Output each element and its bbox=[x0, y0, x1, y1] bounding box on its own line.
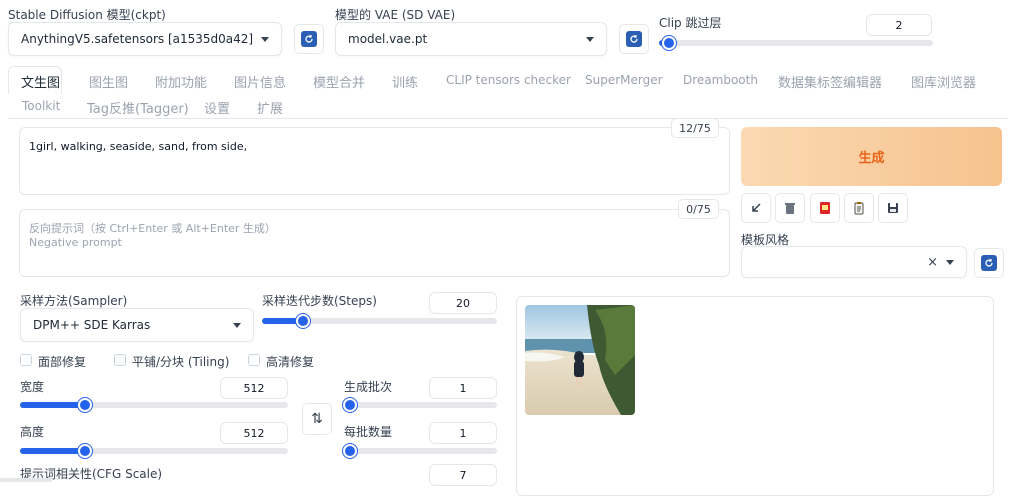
batch-size-label: 每批数量 bbox=[344, 425, 393, 439]
horizontal-scrollbar[interactable] bbox=[0, 478, 52, 482]
style-refresh-button[interactable] bbox=[974, 248, 1004, 278]
steps-label: 采样迭代步数(Steps) bbox=[262, 294, 377, 308]
clip-skip-thumb[interactable] bbox=[662, 36, 677, 50]
vae-refresh-button[interactable] bbox=[619, 24, 649, 54]
clip-skip-label: Clip 跳过层 bbox=[659, 16, 722, 30]
vae-select[interactable]: model.vae.pt bbox=[335, 22, 607, 56]
batch-count-label: 生成批次 bbox=[344, 380, 393, 394]
generated-image-thumbnail[interactable] bbox=[525, 305, 635, 415]
red-card-icon bbox=[820, 202, 830, 214]
negative-prompt-placeholder-en: Negative prompt bbox=[29, 236, 122, 249]
tab-supermerger[interactable]: SuperMerger bbox=[585, 73, 663, 87]
chevron-down-icon bbox=[946, 259, 954, 265]
tab-settings[interactable]: 设置 bbox=[204, 98, 230, 117]
clipboard-icon bbox=[854, 202, 864, 215]
clip-skip-slider[interactable] bbox=[659, 36, 933, 50]
tiling-label: 平铺/分块 (Tiling) bbox=[132, 355, 230, 369]
refresh-icon bbox=[301, 31, 317, 47]
batch-size-slider[interactable] bbox=[343, 444, 497, 458]
negative-prompt-placeholder: 反向提示词（按 Ctrl+Enter 或 Alt+Enter 生成） bbox=[29, 222, 276, 235]
prompt-token-counter: 12/75 bbox=[671, 118, 719, 138]
arrow-down-left-icon bbox=[752, 203, 761, 212]
negative-token-counter: 0/75 bbox=[678, 199, 719, 219]
cfg-scale-input[interactable]: 7 bbox=[429, 464, 497, 486]
prompt-textarea[interactable]: 1girl, walking, seaside, sand, from side… bbox=[19, 127, 730, 195]
tab-clip-checker[interactable]: CLIP tensors checker bbox=[446, 73, 571, 87]
batch-count-input[interactable]: 1 bbox=[429, 377, 497, 399]
prompt-text: 1girl, walking, seaside, sand, from side… bbox=[29, 140, 248, 153]
swap-dimensions-button[interactable]: ⇅ bbox=[302, 403, 332, 435]
refresh-icon bbox=[626, 31, 642, 47]
height-slider[interactable] bbox=[20, 444, 288, 458]
width-slider[interactable] bbox=[20, 398, 288, 412]
style-select[interactable]: × bbox=[741, 246, 967, 278]
tab-toolkit[interactable]: Toolkit bbox=[22, 99, 60, 113]
tab-train[interactable]: 训练 bbox=[392, 72, 418, 91]
tab-dataset-tag-editor[interactable]: 数据集标签编辑器 bbox=[778, 72, 882, 91]
save-style-button[interactable] bbox=[878, 193, 908, 223]
height-thumb[interactable] bbox=[78, 444, 93, 458]
clear-style-icon[interactable]: × bbox=[927, 255, 938, 270]
tab-tagger[interactable]: Tag反推(Tagger) bbox=[87, 98, 189, 117]
ckpt-label: Stable Diffusion 模型(ckpt) bbox=[8, 8, 166, 22]
steps-input[interactable]: 20 bbox=[429, 292, 497, 314]
chevron-down-icon bbox=[261, 36, 269, 42]
vae-label: 模型的 VAE (SD VAE) bbox=[335, 8, 456, 22]
batch-count-thumb[interactable] bbox=[343, 398, 357, 412]
sampler-select-value: DPM++ SDE Karras bbox=[33, 318, 151, 332]
height-label: 高度 bbox=[20, 425, 45, 439]
generate-button[interactable]: 生成 bbox=[741, 127, 1002, 186]
tab-png-info[interactable]: 图片信息 bbox=[234, 72, 286, 91]
tab-merge[interactable]: 模型合并 bbox=[313, 72, 365, 91]
vae-select-value: model.vae.pt bbox=[348, 32, 428, 46]
refresh-icon bbox=[981, 255, 997, 271]
chevron-down-icon bbox=[233, 322, 241, 328]
tab-gallery-browser[interactable]: 图库浏览器 bbox=[911, 72, 976, 91]
sampler-select[interactable]: DPM++ SDE Karras bbox=[20, 308, 254, 342]
read-params-button[interactable] bbox=[741, 193, 771, 223]
tab-extras[interactable]: 附加功能 bbox=[155, 72, 207, 91]
ckpt-refresh-button[interactable] bbox=[294, 24, 324, 54]
width-thumb[interactable] bbox=[78, 398, 93, 412]
hires-fix-label: 高清修复 bbox=[266, 355, 315, 369]
steps-thumb[interactable] bbox=[295, 314, 310, 328]
sampler-label: 采样方法(Sampler) bbox=[20, 294, 128, 308]
batch-size-input[interactable]: 1 bbox=[429, 422, 497, 444]
negative-prompt-textarea[interactable]: 反向提示词（按 Ctrl+Enter 或 Alt+Enter 生成） Negat… bbox=[19, 209, 730, 277]
restore-faces-checkbox[interactable] bbox=[20, 354, 32, 366]
width-fill bbox=[20, 402, 85, 408]
clear-prompt-button[interactable] bbox=[775, 193, 805, 223]
tiling-checkbox[interactable] bbox=[114, 354, 126, 366]
clip-skip-input[interactable]: 2 bbox=[866, 14, 932, 36]
chevron-down-icon bbox=[586, 36, 594, 42]
height-fill bbox=[20, 448, 85, 454]
show-extra-networks-button[interactable] bbox=[810, 193, 840, 223]
tab-img2img[interactable]: 图生图 bbox=[89, 72, 128, 91]
tab-dreambooth[interactable]: Dreambooth bbox=[683, 73, 758, 87]
width-input[interactable]: 512 bbox=[220, 377, 288, 399]
batch-size-thumb[interactable] bbox=[343, 444, 357, 458]
swap-arrows-icon: ⇅ bbox=[311, 411, 323, 427]
hires-fix-checkbox[interactable] bbox=[248, 354, 260, 366]
width-label: 宽度 bbox=[20, 380, 45, 394]
steps-slider[interactable] bbox=[262, 314, 497, 328]
tab-extensions[interactable]: 扩展 bbox=[257, 98, 283, 117]
batch-count-slider[interactable] bbox=[343, 398, 497, 412]
content-divider bbox=[8, 118, 1008, 119]
restore-faces-label: 面部修复 bbox=[38, 355, 87, 369]
ckpt-select[interactable]: AnythingV5.safetensors [a1535d0a42] bbox=[8, 22, 282, 56]
height-input[interactable]: 512 bbox=[220, 422, 288, 444]
apply-style-button[interactable] bbox=[844, 193, 874, 223]
trash-icon bbox=[785, 203, 795, 214]
floppy-disk-icon bbox=[888, 203, 898, 213]
beach-girl-image bbox=[525, 305, 635, 415]
ckpt-select-value: AnythingV5.safetensors [a1535d0a42] bbox=[21, 32, 254, 46]
tab-txt2img[interactable]: 文生图 bbox=[21, 72, 60, 91]
